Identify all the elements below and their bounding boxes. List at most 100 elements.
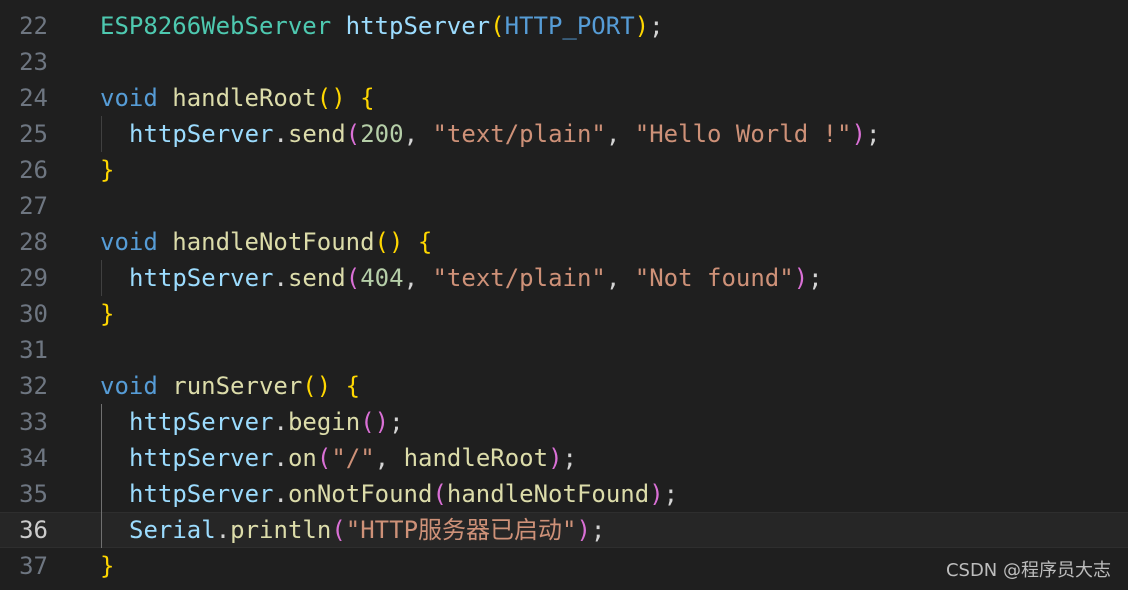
code-line[interactable]: 30} — [0, 296, 1128, 332]
code-token: { — [417, 228, 433, 256]
code-line[interactable]: 27 — [0, 188, 1128, 224]
code-token: { — [360, 84, 375, 112]
line-number: 33 — [19, 408, 48, 436]
code-token: "HTTP服务器已启动" — [345, 516, 577, 544]
code-token: handleRoot — [172, 84, 317, 112]
indent-guide — [101, 260, 102, 296]
line-number: 29 — [19, 264, 48, 292]
line-code: void handleRoot() { — [100, 80, 375, 116]
code-line[interactable]: 36 Serial.println("HTTP服务器已启动"); — [0, 512, 1128, 548]
code-token: handleNotFound — [172, 228, 375, 256]
code-token: httpServer — [129, 480, 274, 508]
code-token: ) — [548, 444, 563, 472]
code-token: ) — [576, 516, 591, 544]
code-token: ; — [663, 480, 679, 508]
code-token: ; — [562, 444, 577, 472]
code-token: } — [100, 156, 115, 184]
line-code: ESP8266WebServer httpServer(HTTP_PORT); — [100, 8, 664, 44]
code-token: () — [302, 372, 332, 400]
code-token: send — [287, 264, 346, 292]
code-line[interactable]: 23 — [0, 44, 1128, 80]
code-token: ) — [634, 12, 650, 40]
code-line[interactable]: 24 void handleRoot() { — [0, 80, 1128, 116]
code-token: ( — [316, 444, 332, 472]
line-code: httpServer.onNotFound(handleNotFound); — [129, 476, 678, 512]
indent-guide — [101, 116, 102, 152]
code-token: "text/plain" — [432, 120, 606, 148]
line-number: 35 — [19, 480, 48, 508]
code-token: ( — [490, 12, 505, 40]
code-token: httpServer — [129, 264, 274, 292]
code-token: . — [273, 120, 288, 148]
code-editor[interactable]: 22 ESP8266WebServer httpServer(HTTP_PORT)… — [0, 0, 1128, 590]
line-code: httpServer.begin(); — [129, 404, 404, 440]
code-token: httpServer — [345, 12, 491, 40]
code-line[interactable]: 34 httpServer.on("/", handleRoot); — [0, 440, 1128, 476]
code-line[interactable]: 32 void runServer() { — [0, 368, 1128, 404]
code-line[interactable]: 29 httpServer.send(404, "text/plain", "No… — [0, 260, 1128, 296]
code-token: ) — [793, 264, 809, 292]
code-token: ; — [389, 408, 404, 436]
code-line[interactable]: 35 httpServer.onNotFound(handleNotFound); — [0, 476, 1128, 512]
watermark: CSDN @程序员大志 — [945, 560, 1111, 581]
code-token: , — [403, 120, 433, 148]
line-number: 32 — [19, 372, 48, 400]
code-line[interactable]: 26} — [0, 152, 1128, 188]
code-token: . — [215, 516, 231, 544]
code-token: { — [345, 372, 361, 400]
code-token: handleNotFound — [446, 480, 650, 508]
code-line[interactable]: 31 — [0, 332, 1128, 368]
code-token: void — [100, 84, 158, 112]
code-token: . — [273, 480, 288, 508]
code-token: "Not found" — [634, 264, 794, 292]
code-token: } — [100, 300, 115, 328]
code-token: println — [230, 516, 332, 544]
code-line[interactable]: 22 ESP8266WebServer httpServer(HTTP_PORT)… — [0, 8, 1128, 44]
code-token: void — [100, 372, 158, 400]
code-token: httpServer — [129, 408, 274, 436]
code-token: ( — [345, 264, 361, 292]
line-number: 24 — [19, 84, 48, 112]
code-token: runServer — [172, 372, 303, 400]
code-token: 200 — [360, 120, 404, 148]
code-token: 404 — [360, 264, 404, 292]
code-token: } — [100, 552, 115, 580]
line-number: 27 — [19, 192, 48, 220]
code-line[interactable]: 25 httpServer.send(200, "text/plain", "He… — [0, 116, 1128, 152]
line-number: 37 — [19, 552, 48, 580]
code-token: ( — [345, 120, 361, 148]
code-token: begin — [287, 408, 361, 436]
code-token: httpServer — [129, 120, 274, 148]
code-token: , — [374, 444, 404, 472]
line-code: httpServer.on("/", handleRoot); — [129, 440, 577, 476]
line-number: 22 — [19, 12, 48, 40]
code-line[interactable]: 33 httpServer.begin(); — [0, 404, 1128, 440]
line-number: 26 — [19, 156, 48, 184]
code-token: ; — [808, 264, 823, 292]
code-token: ( — [331, 516, 346, 544]
code-token: . — [273, 264, 288, 292]
code-token: "/" — [331, 444, 375, 472]
line-code: httpServer.send(404, "text/plain", "Not … — [129, 260, 823, 296]
code-token: ; — [865, 120, 881, 148]
code-token: ( — [432, 480, 447, 508]
code-token: send — [287, 120, 346, 148]
code-token: . — [273, 408, 288, 436]
code-token: handleRoot — [403, 444, 549, 472]
code-token: () — [360, 408, 390, 436]
code-token: . — [273, 444, 288, 472]
code-token: ESP8266WebServer — [100, 12, 332, 40]
code-token: onNotFound — [287, 480, 433, 508]
line-number: 31 — [19, 336, 48, 364]
line-code: void runServer() { — [100, 368, 360, 404]
code-token: () — [316, 84, 346, 112]
line-number: 34 — [19, 444, 48, 472]
code-token: HTTP_PORT — [504, 12, 635, 40]
code-token: Serial — [129, 516, 216, 544]
code-token: , — [403, 264, 433, 292]
code-line[interactable]: 28 void handleNotFound() { — [0, 224, 1128, 260]
